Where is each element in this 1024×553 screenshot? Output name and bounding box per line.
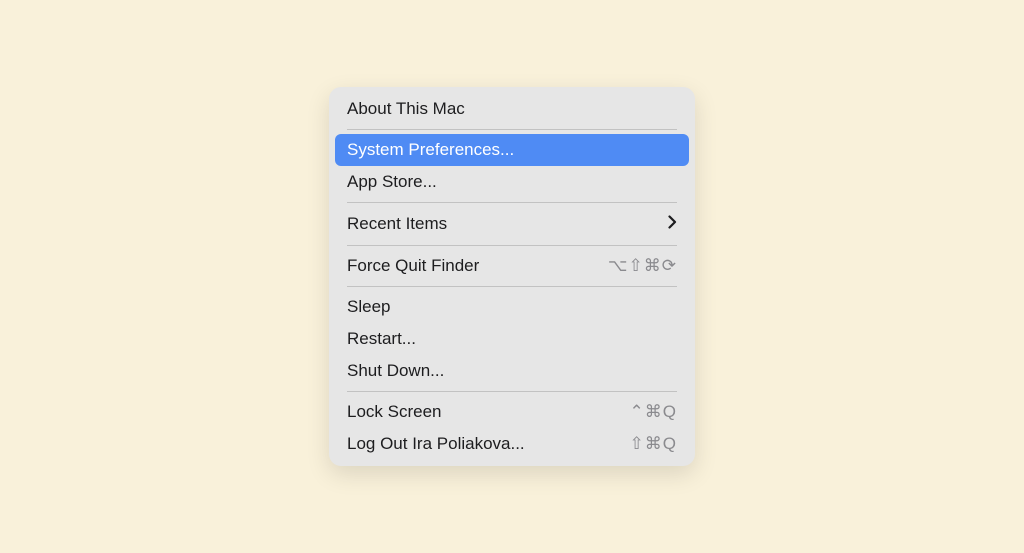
menu-item-label: Force Quit Finder [347,256,479,276]
menu-item-lock-screen[interactable]: Lock Screen ⌃⌘Q [329,396,695,428]
menu-separator [347,129,677,130]
apple-menu: About This Mac System Preferences... App… [329,87,695,466]
menu-item-label: App Store... [347,172,437,192]
menu-item-system-preferences[interactable]: System Preferences... [335,134,689,166]
menu-item-recent-items[interactable]: Recent Items [329,207,695,241]
keyboard-shortcut: ⌥⇧⌘⟳ [608,256,677,276]
menu-item-restart[interactable]: Restart... [329,323,695,355]
menu-separator [347,391,677,392]
menu-separator [347,245,677,246]
menu-item-label: System Preferences... [347,140,514,160]
menu-item-label: Lock Screen [347,402,442,422]
menu-item-label: Shut Down... [347,361,444,381]
menu-item-label: Log Out Ira Poliakova... [347,434,525,454]
keyboard-shortcut: ⌃⌘Q [630,402,677,422]
menu-item-label: Recent Items [347,214,447,234]
keyboard-shortcut: ⇧⌘Q [630,434,677,454]
menu-item-force-quit[interactable]: Force Quit Finder ⌥⇧⌘⟳ [329,250,695,282]
menu-item-label: Sleep [347,297,390,317]
menu-item-log-out[interactable]: Log Out Ira Poliakova... ⇧⌘Q [329,428,695,460]
menu-item-label: About This Mac [347,99,465,119]
chevron-right-icon [668,213,677,235]
submenu-indicator [668,213,677,235]
menu-separator [347,286,677,287]
menu-item-sleep[interactable]: Sleep [329,291,695,323]
menu-separator [347,202,677,203]
menu-item-shut-down[interactable]: Shut Down... [329,355,695,387]
menu-item-app-store[interactable]: App Store... [329,166,695,198]
menu-item-about-this-mac[interactable]: About This Mac [329,93,695,125]
menu-item-label: Restart... [347,329,416,349]
